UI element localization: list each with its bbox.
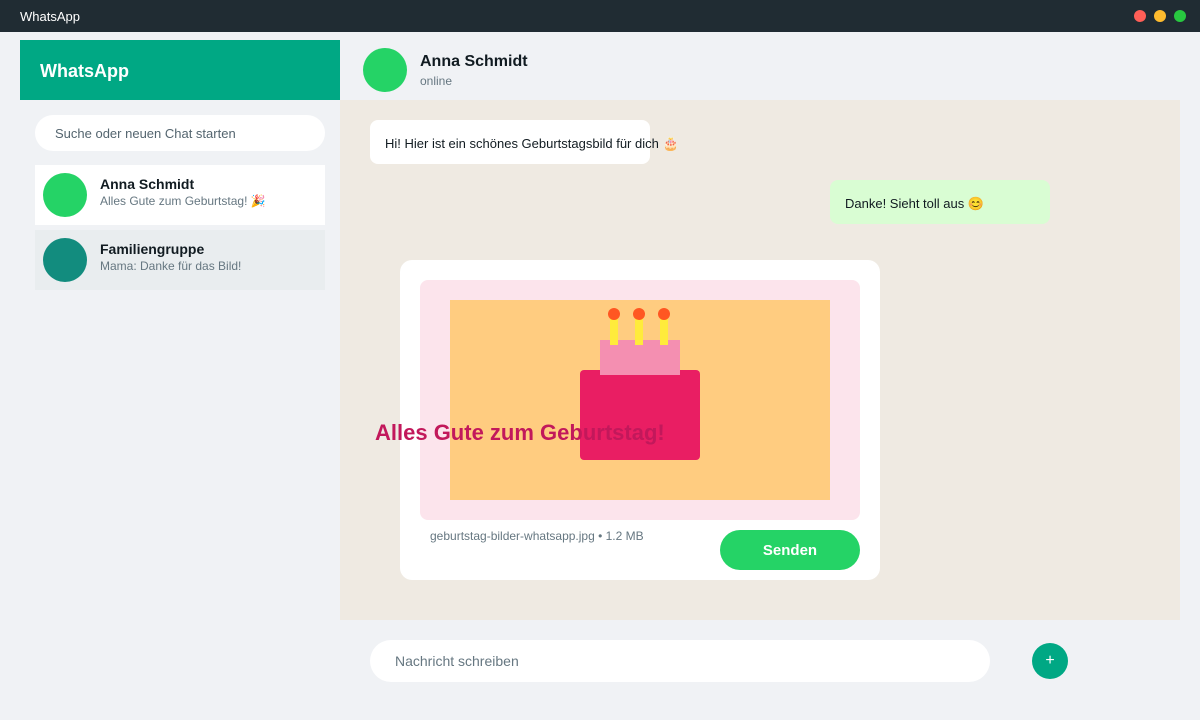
avatar — [43, 173, 87, 217]
outgoing-message: Danke! Sieht toll aus 😊 — [830, 180, 1050, 224]
contact-name[interactable]: Anna Schmidt — [420, 53, 528, 71]
chat-list-item-familiengruppe[interactable]: Familiengruppe Mama: Danke für das Bild! — [35, 230, 325, 290]
chat-preview: Mama: Danke für das Bild! — [100, 259, 242, 273]
message-input[interactable] — [370, 640, 990, 682]
chat-preview: Alles Gute zum Geburtstag! 🎉 — [100, 194, 266, 208]
send-button[interactable]: Senden — [720, 530, 860, 570]
contact-avatar[interactable] — [363, 48, 407, 92]
search-input[interactable] — [35, 115, 325, 151]
cake-icon — [580, 370, 700, 460]
sidebar-header: WhatsApp — [20, 40, 340, 100]
flame-icon — [608, 308, 620, 320]
avatar — [43, 238, 87, 282]
chat-name: Anna Schmidt — [100, 176, 195, 192]
contact-status: online — [420, 74, 453, 88]
window-titlebar: WhatsApp — [0, 0, 1200, 32]
flame-icon — [633, 308, 645, 320]
flame-icon — [658, 308, 670, 320]
file-info: geburtstag-bilder-whatsapp.jpg • 1.2 MB — [430, 529, 644, 543]
image-caption: Alles Gute zum Geburtstag! — [375, 420, 665, 445]
close-window-button[interactable] — [1134, 10, 1146, 22]
cake-top-layer — [600, 340, 680, 375]
minimize-window-button[interactable] — [1154, 10, 1166, 22]
add-attachment-button[interactable]: + — [1032, 643, 1068, 679]
maximize-window-button[interactable] — [1174, 10, 1186, 22]
app-brand: WhatsApp — [40, 61, 129, 81]
chat-name: Familiengruppe — [100, 241, 205, 257]
chat-list-item-anna-schmidt[interactable]: Anna Schmidt Alles Gute zum Geburtstag! … — [35, 165, 325, 225]
incoming-message: Hi! Hier ist ein schönes Geburtstagsbild… — [370, 120, 679, 164]
window-title: WhatsApp — [20, 9, 80, 24]
